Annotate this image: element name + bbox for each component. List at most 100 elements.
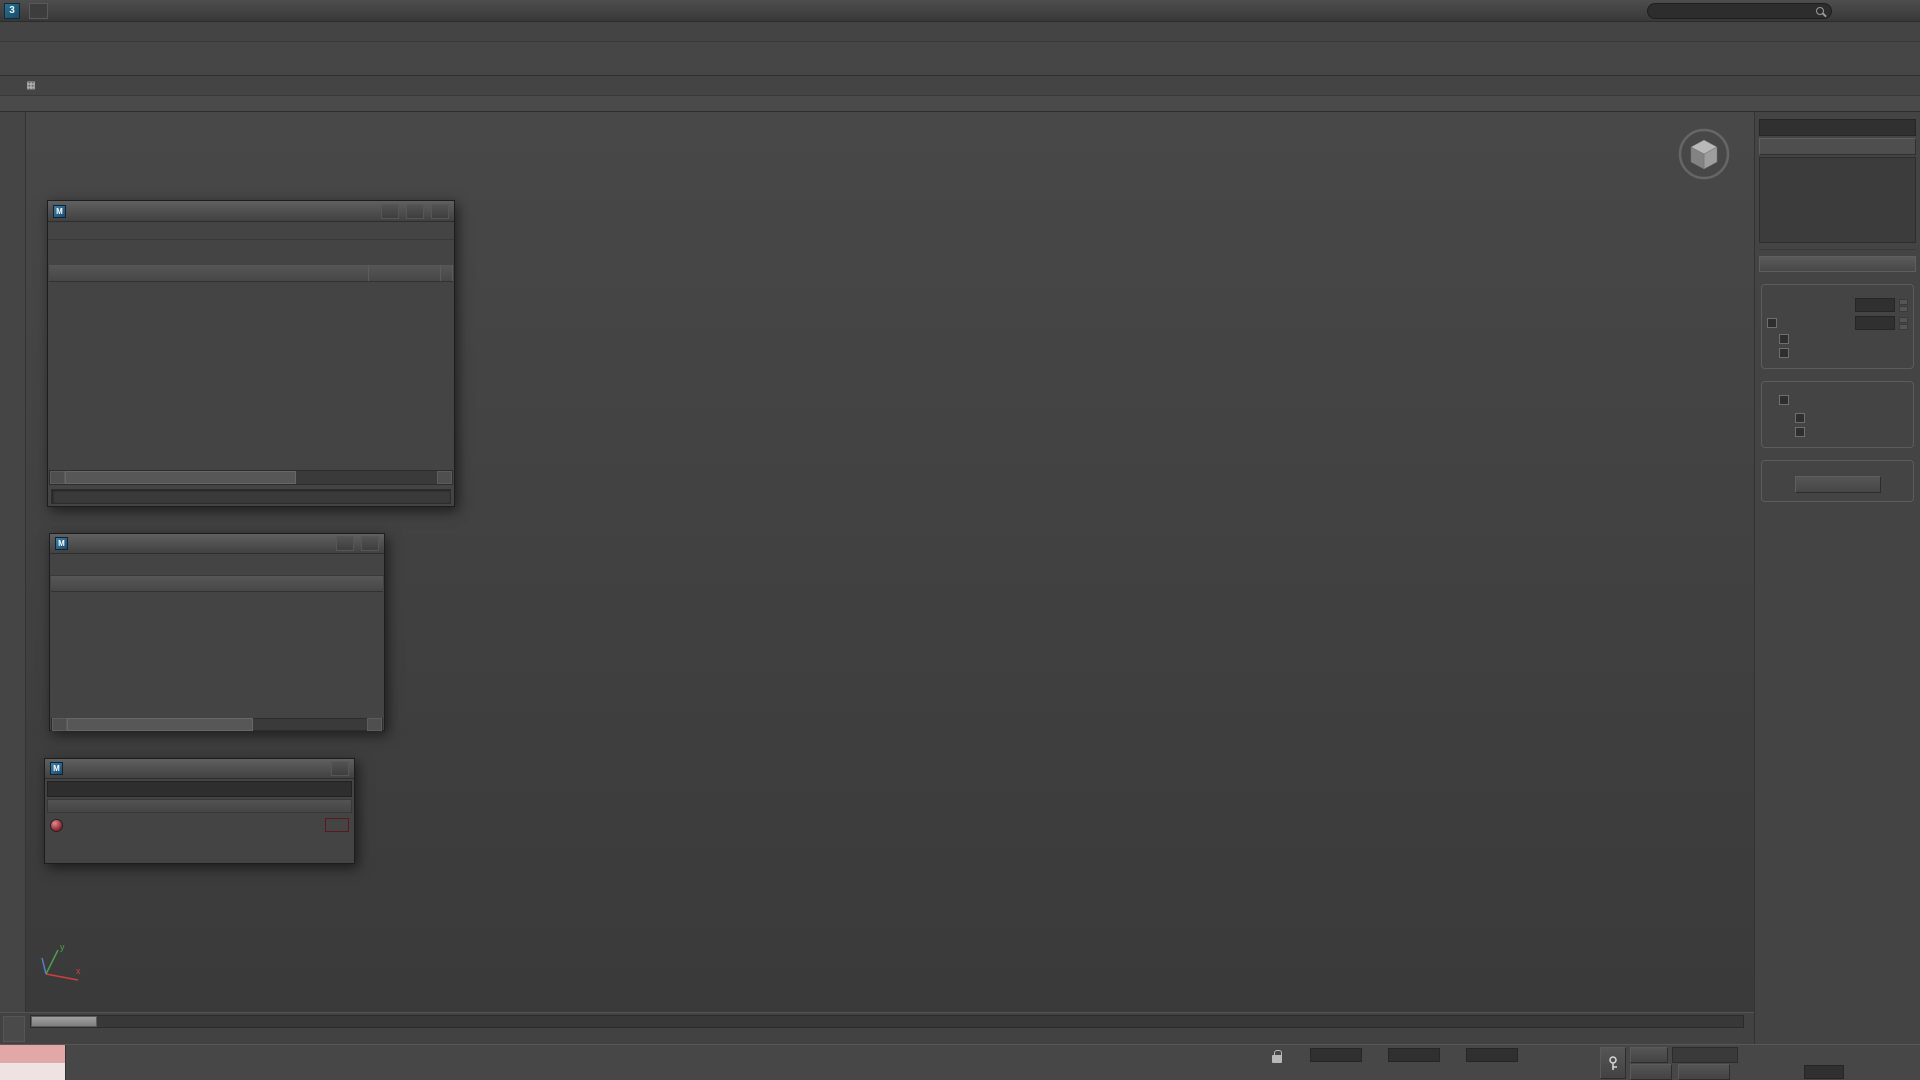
set-key-mode-button[interactable] xyxy=(1630,1064,1672,1080)
z-coordinate-field[interactable] xyxy=(1466,1048,1518,1062)
viewcube[interactable] xyxy=(1676,126,1732,182)
main-toolbar xyxy=(0,42,1920,76)
isoline-display-checkbox[interactable] xyxy=(1779,334,1789,344)
close-button[interactable] xyxy=(1892,3,1916,19)
material-color-swatch xyxy=(325,818,349,832)
material-search-field[interactable] xyxy=(47,781,352,797)
layer-window[interactable]: M xyxy=(49,533,385,731)
turbosmooth-rollout-header[interactable] xyxy=(1759,256,1916,272)
close-button[interactable] xyxy=(361,536,379,551)
listener-line[interactable] xyxy=(0,1063,65,1080)
spinner-down-icon[interactable] xyxy=(1899,305,1908,312)
key-filters-button[interactable] xyxy=(1678,1064,1730,1080)
modifier-stack-tools xyxy=(1759,246,1916,250)
spinner-up-icon[interactable] xyxy=(1899,316,1908,323)
material-item-row[interactable] xyxy=(47,815,352,835)
minimize-button[interactable] xyxy=(1838,3,1862,19)
materials-checkbox[interactable] xyxy=(1795,413,1805,423)
workspace-dropdown[interactable] xyxy=(29,2,48,19)
layer-horizontal-scrollbar[interactable] xyxy=(51,718,383,731)
maximize-button[interactable] xyxy=(1865,3,1889,19)
explicit-normals-checkbox[interactable] xyxy=(1779,348,1789,358)
maximize-button[interactable] xyxy=(406,203,424,219)
layer-table-header xyxy=(51,576,383,592)
command-panel xyxy=(1754,112,1920,1044)
close-button[interactable] xyxy=(431,203,449,219)
track-bar-ruler[interactable] xyxy=(60,1030,1740,1044)
iterations-field[interactable] xyxy=(1855,298,1895,312)
ribbon-config-dropdown[interactable]: ▦ xyxy=(22,78,42,95)
help-button[interactable] xyxy=(336,536,354,551)
modifier-stack xyxy=(1759,157,1916,243)
smooth-result-checkbox[interactable] xyxy=(1779,395,1789,405)
svg-text:x: x xyxy=(76,966,81,976)
asset-tracking-menu-bar xyxy=(48,222,454,240)
spinner-down-icon[interactable] xyxy=(1899,323,1908,330)
smoothing-groups-checkbox[interactable] xyxy=(1795,427,1805,437)
scroll-right-icon[interactable] xyxy=(367,718,382,731)
asset-horizontal-scrollbar[interactable] xyxy=(49,470,453,485)
ribbon-display-toggle-icon[interactable]: ▦ xyxy=(22,78,40,93)
menu-bar xyxy=(0,22,1920,42)
render-iters-checkbox[interactable] xyxy=(1767,318,1777,328)
column-header-pro[interactable] xyxy=(441,265,453,281)
surface-parameters-group xyxy=(1761,381,1914,448)
key-icon xyxy=(1609,1056,1617,1070)
max-window-icon: M xyxy=(55,537,68,550)
scroll-left-icon[interactable] xyxy=(52,718,67,731)
current-frame-field[interactable] xyxy=(1804,1065,1844,1079)
time-slider-handle[interactable] xyxy=(31,1016,97,1027)
scrollbar-thumb[interactable] xyxy=(67,718,253,731)
max-window-icon: M xyxy=(53,204,66,218)
asset-tracking-window[interactable]: M xyxy=(47,200,455,507)
maxscript-mini-listener[interactable] xyxy=(0,1045,66,1080)
x-coordinate-field[interactable] xyxy=(1310,1048,1362,1062)
asset-status-strip xyxy=(51,489,451,504)
help-search-box[interactable] xyxy=(1647,2,1832,19)
modifier-list-dropdown[interactable] xyxy=(1759,138,1916,155)
minimize-button[interactable] xyxy=(381,203,399,219)
material-map-browser-window[interactable]: M xyxy=(44,758,355,864)
ribbon-panel-bar[interactable] xyxy=(0,96,1920,112)
left-tool-strip xyxy=(0,112,26,1012)
column-header-status[interactable] xyxy=(369,265,441,281)
max-window-icon: M xyxy=(50,762,63,775)
auto-key-button[interactable] xyxy=(1630,1047,1668,1063)
render-iters-field[interactable] xyxy=(1855,316,1895,330)
asset-tracking-title-bar[interactable]: M xyxy=(48,201,454,222)
set-keys-button[interactable] xyxy=(1600,1047,1626,1079)
viewport-navigation-controls xyxy=(1844,1046,1918,1080)
search-icon[interactable] xyxy=(1816,6,1824,15)
iterations-spinner[interactable] xyxy=(1899,298,1908,312)
selected-filter-dropdown[interactable] xyxy=(1672,1047,1738,1063)
object-name-field[interactable] xyxy=(1759,119,1916,136)
command-panel-tabs xyxy=(1759,114,1916,117)
material-browser-title-bar[interactable]: M xyxy=(45,759,354,779)
asset-tracking-toolbar xyxy=(48,240,454,264)
asset-table-header xyxy=(49,265,453,282)
update-button[interactable] xyxy=(1794,476,1881,493)
app-logo-icon[interactable]: 3 xyxy=(4,2,20,19)
scroll-left-icon[interactable] xyxy=(50,471,65,484)
material-sphere-icon xyxy=(50,818,63,832)
scroll-right-icon[interactable] xyxy=(437,471,452,484)
lock-selection-toggle[interactable] xyxy=(1272,1050,1282,1063)
macro-recorder-line[interactable] xyxy=(0,1045,65,1063)
layer-title-bar[interactable]: M xyxy=(50,534,384,554)
time-slider-track[interactable] xyxy=(30,1015,1744,1028)
title-bar: 3 xyxy=(0,0,1920,22)
column-header-name[interactable] xyxy=(49,265,369,281)
ribbon-tab-bar: ▦ xyxy=(0,76,1920,96)
viewport-statistics xyxy=(56,134,146,146)
y-coordinate-field[interactable] xyxy=(1388,1048,1440,1062)
open-mini-curve-editor-button[interactable] xyxy=(3,1016,25,1042)
asset-table xyxy=(49,265,453,282)
scrollbar-thumb[interactable] xyxy=(65,471,296,484)
close-button[interactable] xyxy=(331,761,349,776)
world-axis-tripod: x y xyxy=(41,942,81,981)
scene-materials-group-header[interactable] xyxy=(47,799,352,813)
render-iters-spinner[interactable] xyxy=(1899,316,1908,330)
main-group xyxy=(1761,284,1914,369)
spinner-up-icon[interactable] xyxy=(1899,298,1908,305)
timeline xyxy=(0,1012,1754,1044)
